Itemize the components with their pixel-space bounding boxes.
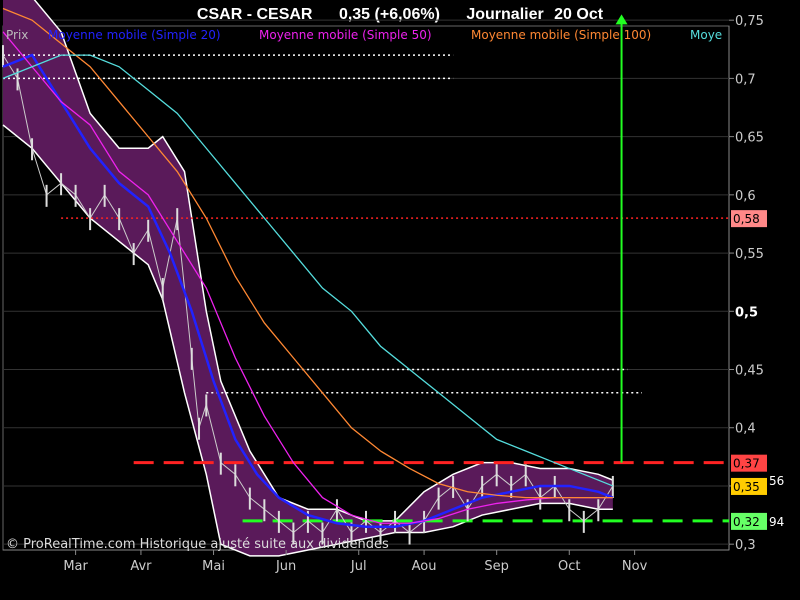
price-tag-label-3: 0,32 xyxy=(733,515,760,529)
chart-background xyxy=(0,0,800,600)
x-tick-label-4: Jul xyxy=(350,559,367,574)
x-tick-label-3: Jun xyxy=(275,559,296,574)
y-tick-label-5: 0,55 xyxy=(735,247,764,262)
price-tag-label-1: 0,37 xyxy=(733,457,760,471)
x-tick-label-8: Nov xyxy=(622,559,648,574)
x-tick-label-7: Oct xyxy=(558,559,580,574)
x-tick-label-6: Sep xyxy=(484,559,509,574)
y-tick-label-9: 0,75 xyxy=(735,14,764,29)
legend-prix: Prix xyxy=(6,28,28,42)
y-tick-label-7: 0,65 xyxy=(735,131,764,146)
x-tick-label-0: Mar xyxy=(63,559,88,574)
legend-sma150: Moye xyxy=(690,28,722,42)
copyright-footer: © ProRealTime.com Historique ajusté suit… xyxy=(6,537,389,552)
x-tick-label-2: Mai xyxy=(202,559,225,574)
stock-chart: CSAR - CESAR 0,35 (+6,06%) Journalier 20… xyxy=(0,0,800,600)
price-tag-label-0: 0,58 xyxy=(733,212,760,226)
legend-sma100: Moyenne mobile (Simple 100) xyxy=(471,28,651,42)
side-value-1: 94 xyxy=(769,515,784,529)
legend-sma50: Moyenne mobile (Simple 50) xyxy=(259,28,432,42)
y-tick-label-3: 0,45 xyxy=(735,364,764,379)
y-tick-label-0: 0,3 xyxy=(735,538,756,553)
y-tick-label-8: 0,7 xyxy=(735,72,756,87)
y-tick-label-4: 0,5 xyxy=(735,305,758,320)
y-tick-label-2: 0,4 xyxy=(735,422,756,437)
legend-sma20: Moyenne mobile (Simple 20) xyxy=(48,28,221,42)
legend: Prix Moyenne mobile (Simple 20) Moyenne … xyxy=(6,28,722,42)
price-tag-label-2: 0,35 xyxy=(733,480,760,494)
side-value-0: 56 xyxy=(769,474,784,488)
x-tick-label-1: Avr xyxy=(130,559,152,574)
y-tick-label-6: 0,6 xyxy=(735,189,756,204)
x-tick-label-5: Aou xyxy=(412,559,437,574)
